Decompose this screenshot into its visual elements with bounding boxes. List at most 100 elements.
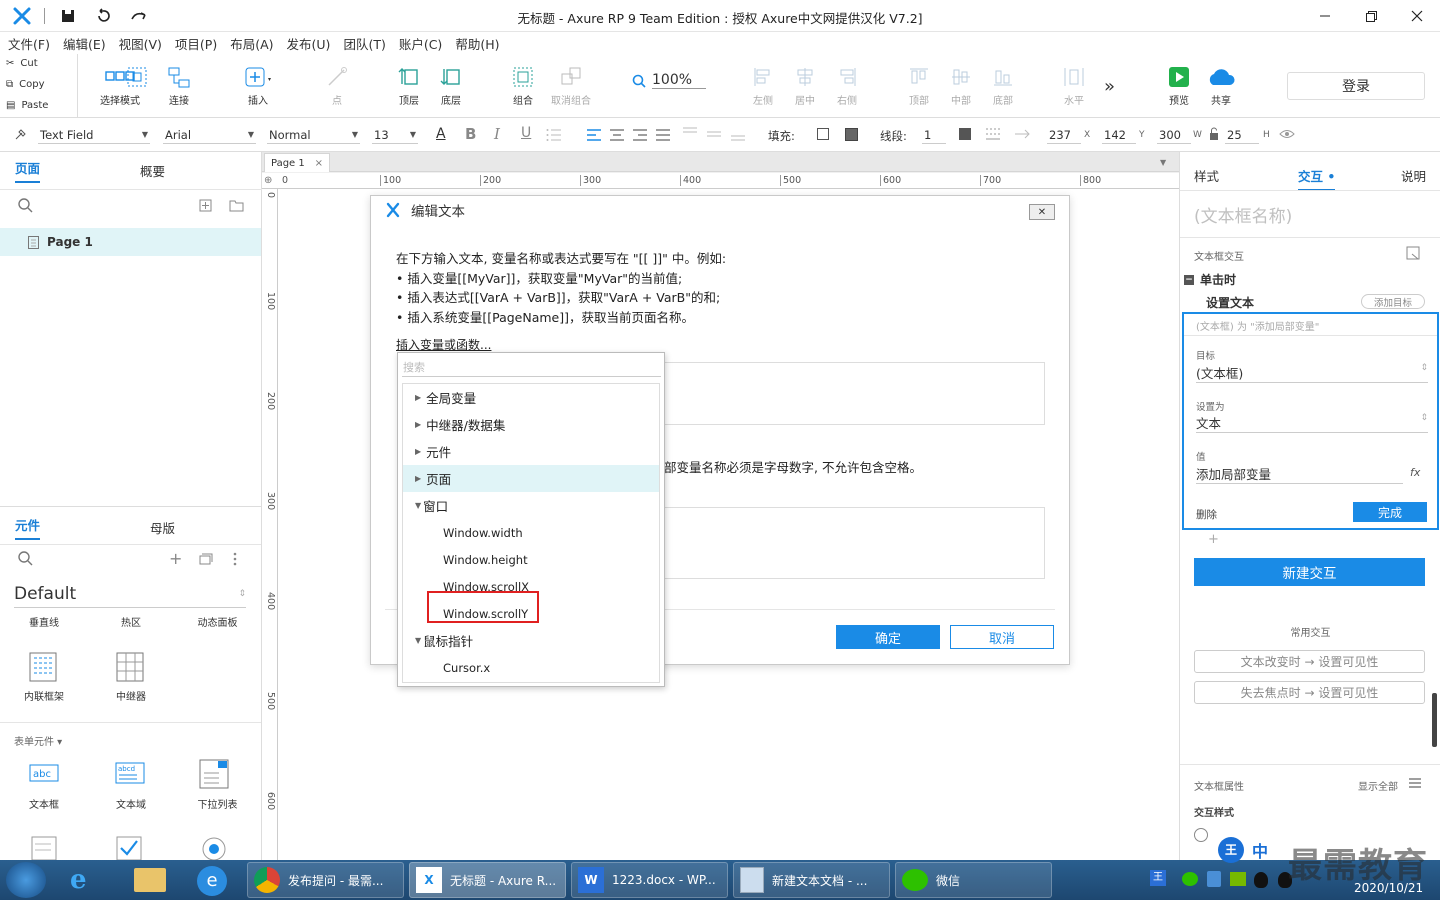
widget-hotspot[interactable]: 热区 [88, 614, 174, 629]
task-notepad[interactable]: 新建文本文档 - ... [733, 862, 890, 898]
close-button[interactable] [1394, 0, 1440, 32]
dropdown-search-input[interactable]: 搜索 [402, 359, 661, 377]
clock-date[interactable]: 2020/10/21 [1354, 881, 1423, 895]
tab-notes[interactable]: 说明 [1401, 166, 1426, 185]
align-right-button[interactable]: 右侧 [817, 62, 877, 107]
style-brush-icon[interactable] [14, 127, 28, 141]
italic-icon[interactable]: I [494, 125, 500, 143]
tree-item-window-width[interactable]: Window.width [403, 519, 659, 546]
add-target-button[interactable]: 添加目标 [1361, 294, 1425, 309]
widget-repeater[interactable]: 中继器 [88, 688, 174, 703]
task-wechat[interactable]: 微信 [895, 862, 1052, 898]
underline-icon[interactable]: U [521, 125, 531, 141]
send-to-back-button[interactable]: 底层 [421, 62, 481, 107]
widget-dropdown-list[interactable]: 下拉列表 [174, 796, 261, 811]
task-chrome[interactable]: 发布提问 - 最需... [247, 862, 404, 898]
show-all-link[interactable]: 显示全部 [1358, 778, 1398, 793]
login-button[interactable]: 登录 [1287, 72, 1425, 100]
tray-qq-icon[interactable] [1254, 872, 1268, 888]
library-select[interactable]: Default ⇕ [14, 580, 246, 608]
point-button[interactable]: 点 [307, 62, 367, 107]
tray-shield-icon[interactable] [1207, 871, 1221, 887]
maximize-button[interactable] [1348, 0, 1394, 32]
stroke-width-input[interactable]: 1 [922, 126, 946, 144]
stroke-style-icon[interactable] [985, 127, 1001, 141]
tab-pages[interactable]: 页面 [15, 158, 41, 183]
menu-project[interactable]: 项目(P) [175, 34, 217, 53]
lock-ratio-icon[interactable] [1209, 127, 1219, 141]
tree-group-page[interactable]: ▶ 页面 [403, 465, 659, 492]
event-click[interactable]: − 单击时 [1184, 271, 1236, 288]
tab-outline[interactable]: 概要 [140, 161, 165, 180]
tray-wechat-icon[interactable] [1182, 872, 1198, 886]
file-explorer-icon[interactable] [134, 868, 166, 892]
menu-edit[interactable]: 编辑(E) [63, 34, 106, 53]
valign-middle-icon[interactable] [706, 126, 722, 142]
chevron-down-icon[interactable]: ▼ [1160, 158, 1166, 167]
zoom-control[interactable]: 100% [632, 72, 707, 89]
share-button[interactable]: 共享 [1191, 62, 1251, 107]
inline-frame-icon[interactable] [29, 652, 57, 682]
tree-item-window-height[interactable]: Window.height [403, 546, 659, 573]
browser-e-icon[interactable]: e [197, 866, 227, 896]
dropdown-list-icon[interactable] [199, 759, 229, 789]
bullet-list-icon[interactable] [546, 129, 562, 141]
height-input[interactable]: 25 [1225, 126, 1259, 144]
fill-color-swatch[interactable] [817, 128, 829, 140]
font-color-icon[interactable]: A [436, 126, 446, 142]
function-fx-icon[interactable]: fx [1410, 466, 1420, 479]
visibility-eye-icon[interactable] [1279, 127, 1295, 141]
tab-masters[interactable]: 母版 [150, 518, 175, 537]
widget-text-field[interactable]: 文本框 [0, 796, 88, 811]
widget-style-select[interactable]: Text Field ▼ [38, 126, 150, 144]
ime-mode[interactable]: 中 [1252, 838, 1268, 862]
widget-name-input[interactable]: (文本框名称) [1194, 202, 1292, 227]
connect-button[interactable]: 连接 [149, 62, 209, 107]
add-folder-icon[interactable] [229, 199, 244, 212]
tab-interactions[interactable]: 交互 • [1298, 166, 1336, 191]
delete-action-link[interactable]: 删除 [1196, 507, 1217, 522]
search-icon[interactable] [18, 198, 33, 213]
add-action-icon[interactable]: + [1208, 532, 1219, 547]
ie-icon[interactable]: e [70, 865, 87, 895]
distribute-horizontal-button[interactable]: 水平 [1044, 62, 1104, 107]
tab-widgets[interactable]: 元件 [15, 515, 41, 540]
align-text-left-icon[interactable] [586, 129, 602, 141]
task-wps[interactable]: W 1223.docx - WP... [571, 862, 728, 898]
font-weight-select[interactable]: Normal ▼ [267, 126, 360, 144]
tree-group-global-vars[interactable]: ▶ 全局变量 [403, 384, 659, 411]
scrollbar-thumb[interactable] [1432, 693, 1437, 747]
cut-button[interactable]: ✂ Cut [6, 58, 38, 69]
list-box-icon[interactable] [31, 836, 57, 860]
widget-vertical-line[interactable]: 垂直线 [0, 614, 88, 629]
menu-account[interactable]: 账户(C) [399, 34, 442, 53]
paste-button[interactable]: ▤ Paste [6, 100, 48, 111]
tab-style[interactable]: 样式 [1194, 166, 1219, 185]
menu-team[interactable]: 团队(T) [343, 34, 385, 53]
form-widgets-section[interactable]: 表单元件 ▾ [14, 733, 62, 748]
new-interaction-button[interactable]: 新建交互 [1194, 558, 1425, 586]
checkbox-icon[interactable] [116, 836, 142, 860]
set-as-select[interactable]: 文本 ⇕ [1196, 413, 1428, 433]
tree-item-cursor-x[interactable]: Cursor.x [403, 654, 659, 681]
insert-variable-link[interactable]: 插入变量或函数... [396, 336, 491, 353]
shadow-swatch[interactable] [845, 128, 858, 141]
text-field-icon[interactable]: abc [29, 762, 59, 784]
menu-help[interactable]: 帮助(H) [455, 34, 499, 53]
align-text-justify-icon[interactable] [655, 129, 671, 141]
close-icon[interactable]: × [315, 158, 323, 169]
tree-group-window[interactable]: ▼ 窗口 [403, 492, 659, 519]
x-position-input[interactable]: 237 [1047, 126, 1081, 144]
align-text-right-icon[interactable] [632, 129, 648, 141]
menu-file[interactable]: 文件(F) [8, 34, 50, 53]
insert-button[interactable]: 插入 [228, 62, 288, 107]
zoom-value[interactable]: 100% [652, 72, 707, 89]
y-position-input[interactable]: 142 [1102, 126, 1136, 144]
value-input[interactable]: 添加局部变量 [1196, 464, 1403, 484]
font-size-select[interactable]: 13 ▼ [372, 126, 418, 144]
page-tab[interactable]: Page 1 × [264, 153, 330, 172]
minimize-button[interactable] [1302, 0, 1348, 32]
tree-item-window-scrolly[interactable]: Window.scrollY [403, 591, 659, 627]
tree-group-widget[interactable]: ▶ 元件 [403, 438, 659, 465]
widget-text-area[interactable]: 文本域 [88, 796, 174, 811]
